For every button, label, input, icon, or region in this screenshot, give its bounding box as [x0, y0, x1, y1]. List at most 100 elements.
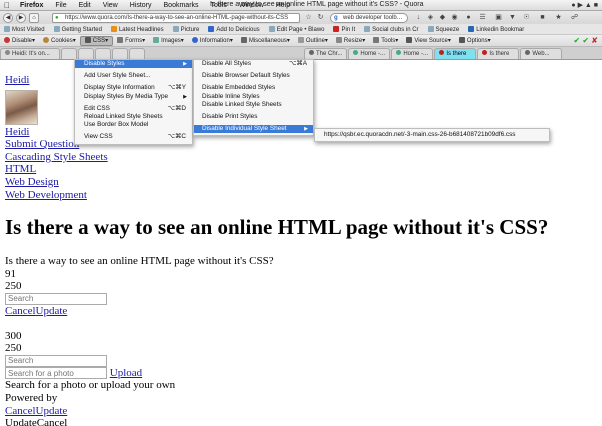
bookmark-item[interactable]: Pin It — [329, 25, 360, 33]
bookmark-item[interactable]: Getting Started — [50, 25, 107, 33]
menu-view[interactable]: View — [97, 2, 124, 9]
tab[interactable]: Home -... — [391, 48, 434, 59]
wd-information-menu[interactable]: Information▾ — [188, 35, 237, 47]
menu-item-edit-css[interactable]: Edit CSS ⌥⌘D — [75, 105, 192, 113]
menu-item-disable-browser-default-styles[interactable]: Disable Browser Default Styles — [194, 72, 313, 80]
home-icon[interactable]: ⌂ — [29, 12, 39, 23]
tab[interactable]: Is there — [477, 48, 520, 59]
menu-bookmarks[interactable]: Bookmarks — [158, 2, 205, 9]
apple-icon[interactable]:  — [0, 1, 14, 10]
quora-favicon — [439, 50, 445, 55]
wd-tools-menu[interactable]: Tools▾ — [369, 35, 402, 47]
menu-hamburger-icon[interactable]: ☰ — [478, 13, 487, 22]
search-field[interactable]: g web developer toolb… — [330, 12, 408, 23]
menu-item-display-styles-by-media-type[interactable]: Display Styles By Media Type ▶ — [75, 93, 192, 101]
wd-css-menu[interactable]: CSS▾ — [79, 35, 114, 46]
menu-item-display-style-information[interactable]: Display Style Information ⌥⌘Y — [75, 84, 192, 92]
topic-link[interactable]: Cascading Style Sheets — [5, 151, 108, 163]
tab[interactable] — [129, 48, 145, 59]
menu-item-disable-styles[interactable]: Disable Styles ▶ — [75, 60, 192, 69]
topic-link[interactable]: Web Development — [5, 189, 87, 201]
tab[interactable]: The Chr... — [304, 48, 348, 59]
tab[interactable]: Web... — [520, 48, 563, 59]
tab-favicon — [396, 50, 402, 55]
topic-link[interactable]: Web Design — [5, 176, 59, 188]
count-value: 250 — [5, 342, 22, 355]
user-link-name[interactable]: Heidi — [5, 126, 29, 138]
star-icon[interactable]: ☆ — [304, 13, 313, 22]
menu-item-style-sheet[interactable]: https://qsbr.ec.quoracdn.net/-3-main.css… — [315, 131, 549, 139]
menu-item-disable-embedded-styles[interactable]: Disable Embedded Styles — [194, 84, 313, 92]
bookmark-item[interactable]: Social clubs in Cr — [360, 25, 423, 33]
menu-item-disable-print-styles[interactable]: Disable Print Styles — [194, 113, 313, 121]
wd-cookies-menu[interactable]: Cookies▾ — [39, 35, 80, 47]
search-input[interactable] — [5, 292, 107, 305]
menu-file[interactable]: File — [49, 2, 72, 9]
update-link-2[interactable]: Update — [36, 405, 68, 417]
addon-icon-8[interactable]: ■ — [538, 13, 547, 22]
url-field[interactable]: ● https://www.quora.com/Is-there-a-way-t… — [52, 12, 300, 23]
addon-icon-7[interactable]: ☉ — [522, 13, 531, 22]
bookmark-item[interactable]: Most Visited — [0, 25, 50, 33]
bookmark-item[interactable]: Edit Page • Blawo — [265, 25, 330, 33]
cancel-link[interactable]: Cancel — [5, 305, 36, 317]
addon-icon[interactable]: ◈ — [426, 13, 435, 22]
forward-icon[interactable]: ▶ — [16, 12, 26, 23]
bookmark-item[interactable]: Latest Headlines — [107, 25, 169, 33]
upload-link[interactable]: Upload — [110, 367, 142, 379]
cancel-link-2[interactable]: Cancel — [5, 405, 36, 417]
menu-item-add-user-style-sheet[interactable]: Add User Style Sheet... — [75, 72, 192, 80]
addon-icon-5[interactable]: ▣ — [494, 13, 503, 22]
menu-item-disable-individual-style-sheet[interactable]: Disable Individual Style Sheet ▶ — [194, 125, 313, 134]
menu-item-disable-linked-style-sheets[interactable]: Disable Linked Style Sheets — [194, 101, 313, 109]
wd-images-menu[interactable]: Images▾ — [149, 35, 188, 47]
tab[interactable] — [61, 48, 77, 59]
wd-view-source-menu[interactable]: View Source▾ — [402, 35, 455, 47]
menu-bottom-pad — [75, 142, 192, 144]
menu-item-use-border-box-model[interactable]: Use Border Box Model — [75, 121, 192, 129]
menu-firefox[interactable]: Firefox — [14, 2, 49, 9]
menu-history[interactable]: History — [124, 2, 158, 9]
tab-active[interactable]: Is there — [434, 48, 477, 59]
submenu-arrow-icon: ▶ — [183, 93, 187, 100]
user-link[interactable]: Heidi — [5, 74, 29, 86]
search-engine-icon: g — [334, 14, 338, 21]
addon-icon-9[interactable]: ★ — [554, 13, 563, 22]
tab[interactable] — [95, 48, 111, 59]
submit-question-link[interactable]: Submit Question — [5, 138, 79, 150]
wd-status-icons[interactable]: ✔ ✔ ✘ — [573, 35, 598, 47]
menu-edit[interactable]: Edit — [73, 2, 97, 9]
addon-icon-10[interactable]: ☍ — [570, 13, 579, 22]
addon-icon-2[interactable]: ◆ — [438, 13, 447, 22]
shortcut: ⌥⌘D — [167, 104, 186, 112]
bookmark-item[interactable]: Linkedin Bookmar — [464, 25, 529, 33]
tab[interactable] — [78, 48, 94, 59]
reload-icon[interactable]: ↻ — [316, 13, 325, 22]
photo-search-input[interactable] — [5, 367, 107, 380]
addon-icon-3[interactable]: ◉ — [450, 13, 459, 22]
avatar[interactable] — [5, 89, 38, 125]
bookmark-item[interactable]: Add to Delicious — [204, 25, 264, 33]
wd-resize-menu[interactable]: Resize▾ — [332, 35, 369, 47]
menu-item-view-css[interactable]: View CSS ⌥⌘C — [75, 133, 192, 141]
tab[interactable]: Heidi: It's on... — [0, 48, 60, 59]
wd-outline-menu[interactable]: Outline▾ — [294, 35, 332, 47]
menu-item-disable-all-styles[interactable]: Disable All Styles ⌥⌘A — [194, 60, 313, 68]
wd-options-menu[interactable]: Options▾ — [455, 35, 495, 47]
bookmark-item[interactable]: Squeeze — [424, 25, 465, 33]
menu-item-reload-linked-style-sheets[interactable]: Reload Linked Style Sheets — [75, 113, 192, 121]
wd-forms-menu[interactable]: Forms▾ — [113, 35, 149, 47]
bookmark-item[interactable]: Picture — [169, 25, 205, 33]
tab[interactable] — [112, 48, 128, 59]
topic-link[interactable]: HTML — [5, 163, 36, 175]
wd-miscellaneous-menu[interactable]: Miscellaneous▾ — [237, 35, 294, 47]
menu-item-disable-inline-styles[interactable]: Disable Inline Styles — [194, 93, 313, 101]
back-icon[interactable]: ◀ — [3, 12, 13, 23]
tab[interactable]: Home -... — [348, 48, 391, 59]
search-input-2[interactable] — [5, 354, 107, 367]
addon-icon-6[interactable]: ▼ — [508, 13, 517, 22]
download-icon[interactable]: ↓ — [414, 13, 423, 22]
update-link[interactable]: Update — [36, 305, 68, 317]
addon-icon-4[interactable]: ● — [464, 13, 473, 22]
wd-disable-menu[interactable]: Disable▾ — [0, 35, 39, 47]
